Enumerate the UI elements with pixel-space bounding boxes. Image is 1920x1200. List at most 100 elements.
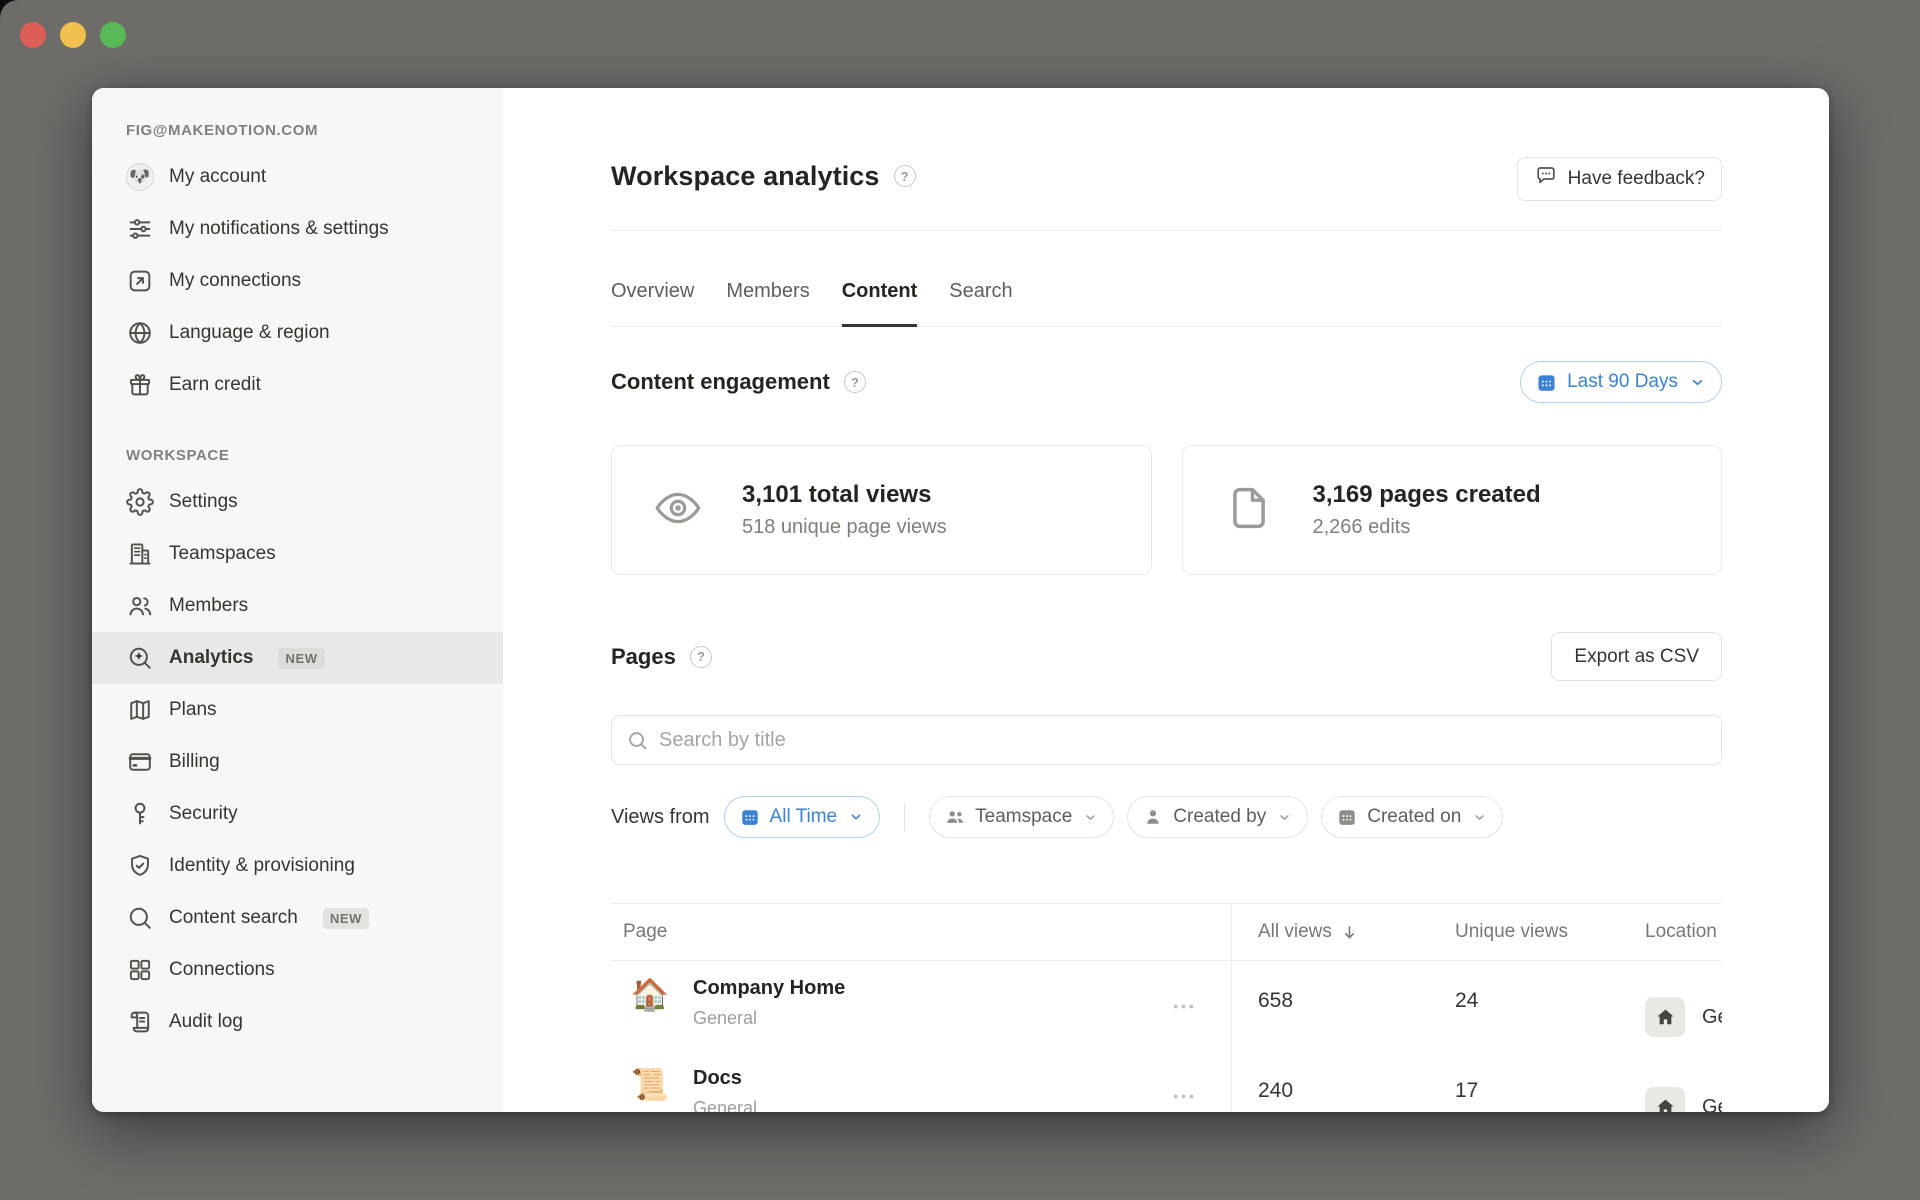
account-email-label: FIG@MAKENOTION.COM (92, 122, 503, 139)
have-feedback-button[interactable]: Have feedback? (1517, 157, 1722, 201)
arrow-out-icon (126, 267, 154, 295)
column-header-all-views[interactable]: All views (1231, 921, 1455, 943)
all-views-value: 240 (1231, 1051, 1455, 1112)
help-icon[interactable]: ? (894, 165, 916, 187)
desktop-background: FIG@MAKENOTION.COM 🐶 My account My notif… (0, 0, 1920, 1200)
date-range-filter[interactable]: Last 90 Days (1520, 361, 1722, 403)
eye-icon (652, 482, 704, 539)
more-options-icon[interactable] (1170, 993, 1197, 1025)
page-title-cell[interactable]: Company Home (693, 975, 845, 1001)
sidebar-item-my-connections[interactable]: My connections (92, 255, 503, 307)
column-header-location[interactable]: Location (1645, 921, 1722, 943)
all-views-value: 658 (1231, 961, 1455, 1051)
page-search-field[interactable] (611, 715, 1722, 765)
calendar-icon (739, 806, 761, 828)
page-title-cell[interactable]: Docs (693, 1065, 757, 1091)
new-badge: NEW (323, 908, 369, 929)
location-house-icon (1645, 997, 1685, 1037)
help-icon[interactable]: ? (690, 646, 712, 668)
minimize-window-button[interactable] (60, 22, 86, 48)
unique-views-value: 24 (1455, 961, 1645, 1051)
window-controls (20, 22, 126, 48)
key-icon (126, 800, 154, 828)
new-badge: NEW (278, 648, 324, 669)
zoom-window-button[interactable] (100, 22, 126, 48)
sidebar-item-analytics[interactable]: Analytics NEW (92, 632, 503, 684)
tab-search[interactable]: Search (949, 280, 1012, 327)
sidebar-item-connections[interactable]: Connections (92, 944, 503, 996)
table-row[interactable]: 📜 Docs General 240 17 (611, 1051, 1722, 1112)
filter-separator (904, 803, 905, 831)
location-house-icon (1645, 1087, 1685, 1112)
sidebar-item-earn-credit[interactable]: Earn credit (92, 359, 503, 411)
feedback-bubble-icon (1534, 164, 1558, 194)
tab-content[interactable]: Content (842, 280, 918, 327)
sidebar-item-audit-log[interactable]: Audit log (92, 996, 503, 1048)
teamspace-filter[interactable]: Teamspace (929, 796, 1114, 838)
sidebar-item-plans[interactable]: Plans (92, 684, 503, 736)
building-icon (126, 540, 154, 568)
settings-window: FIG@MAKENOTION.COM 🐶 My account My notif… (92, 88, 1829, 1112)
settings-sidebar: FIG@MAKENOTION.COM 🐶 My account My notif… (92, 88, 503, 1112)
page-emoji-house: 🏠 (630, 975, 670, 1015)
table-row[interactable]: 🏠 Company Home General 658 24 (611, 961, 1722, 1051)
page-emoji-scroll: 📜 (630, 1065, 670, 1105)
globe-icon (126, 319, 154, 347)
sidebar-item-language-region[interactable]: Language & region (92, 307, 503, 359)
sidebar-item-settings[interactable]: Settings (92, 476, 503, 528)
calendar-icon (1535, 371, 1558, 394)
close-window-button[interactable] (20, 22, 46, 48)
more-options-icon[interactable] (1170, 1083, 1197, 1112)
sidebar-item-security[interactable]: Security (92, 788, 503, 840)
chevron-down-icon (1689, 374, 1706, 391)
pages-heading: Pages (611, 644, 676, 670)
created-by-filter[interactable]: Created by (1127, 796, 1308, 838)
chevron-down-icon (848, 809, 864, 825)
sidebar-item-content-search[interactable]: Content search NEW (92, 892, 503, 944)
export-csv-button[interactable]: Export as CSV (1551, 632, 1722, 681)
sidebar-item-notifications-settings[interactable]: My notifications & settings (92, 203, 503, 255)
total-views-card: 3,101 total views 518 unique page views (611, 445, 1152, 575)
sliders-icon (126, 215, 154, 243)
sidebar-item-teamspaces[interactable]: Teamspaces (92, 528, 503, 580)
sort-desc-icon (1340, 923, 1359, 942)
help-icon[interactable]: ? (844, 371, 866, 393)
sidebar-item-members[interactable]: Members (92, 580, 503, 632)
people-icon (944, 806, 966, 828)
tab-overview[interactable]: Overview (611, 280, 694, 327)
content-engagement-heading: Content engagement (611, 369, 830, 395)
grid-icon (126, 956, 154, 984)
location-name: General (1702, 1006, 1722, 1029)
members-icon (126, 592, 154, 620)
total-views-value: 3,101 total views (742, 481, 947, 509)
created-on-filter[interactable]: Created on (1321, 796, 1503, 838)
search-input[interactable] (659, 729, 1707, 752)
chevron-down-icon (1083, 810, 1098, 825)
sidebar-item-identity-provisioning[interactable]: Identity & provisioning (92, 840, 503, 892)
table-column-divider (1231, 903, 1232, 1112)
tab-members[interactable]: Members (726, 280, 809, 327)
workspace-section-label: WORKSPACE (92, 447, 503, 464)
chevron-down-icon (1472, 810, 1487, 825)
pages-table: Page All views Unique views Location 🏠 (611, 903, 1722, 1112)
views-from-filter[interactable]: All Time (724, 796, 881, 838)
scroll-icon (126, 1008, 154, 1036)
search-icon (126, 904, 154, 932)
calendar-icon (1336, 806, 1358, 828)
edits-sub: 2,266 edits (1313, 516, 1541, 539)
table-header: Page All views Unique views Location (611, 903, 1722, 961)
shield-check-icon (126, 852, 154, 880)
pages-created-value: 3,169 pages created (1313, 481, 1541, 509)
column-header-unique-views[interactable]: Unique views (1455, 921, 1645, 943)
map-icon (126, 696, 154, 724)
user-avatar: 🐶 (126, 163, 154, 191)
column-header-page[interactable]: Page (611, 921, 1231, 943)
page-subtitle: General (693, 1098, 757, 1112)
gear-icon (126, 488, 154, 516)
page-title: Workspace analytics (611, 161, 880, 192)
gift-icon (126, 371, 154, 399)
page-icon (1223, 482, 1275, 539)
unique-views-sub: 518 unique page views (742, 516, 947, 539)
sidebar-item-my-account[interactable]: 🐶 My account (92, 151, 503, 203)
sidebar-item-billing[interactable]: Billing (92, 736, 503, 788)
